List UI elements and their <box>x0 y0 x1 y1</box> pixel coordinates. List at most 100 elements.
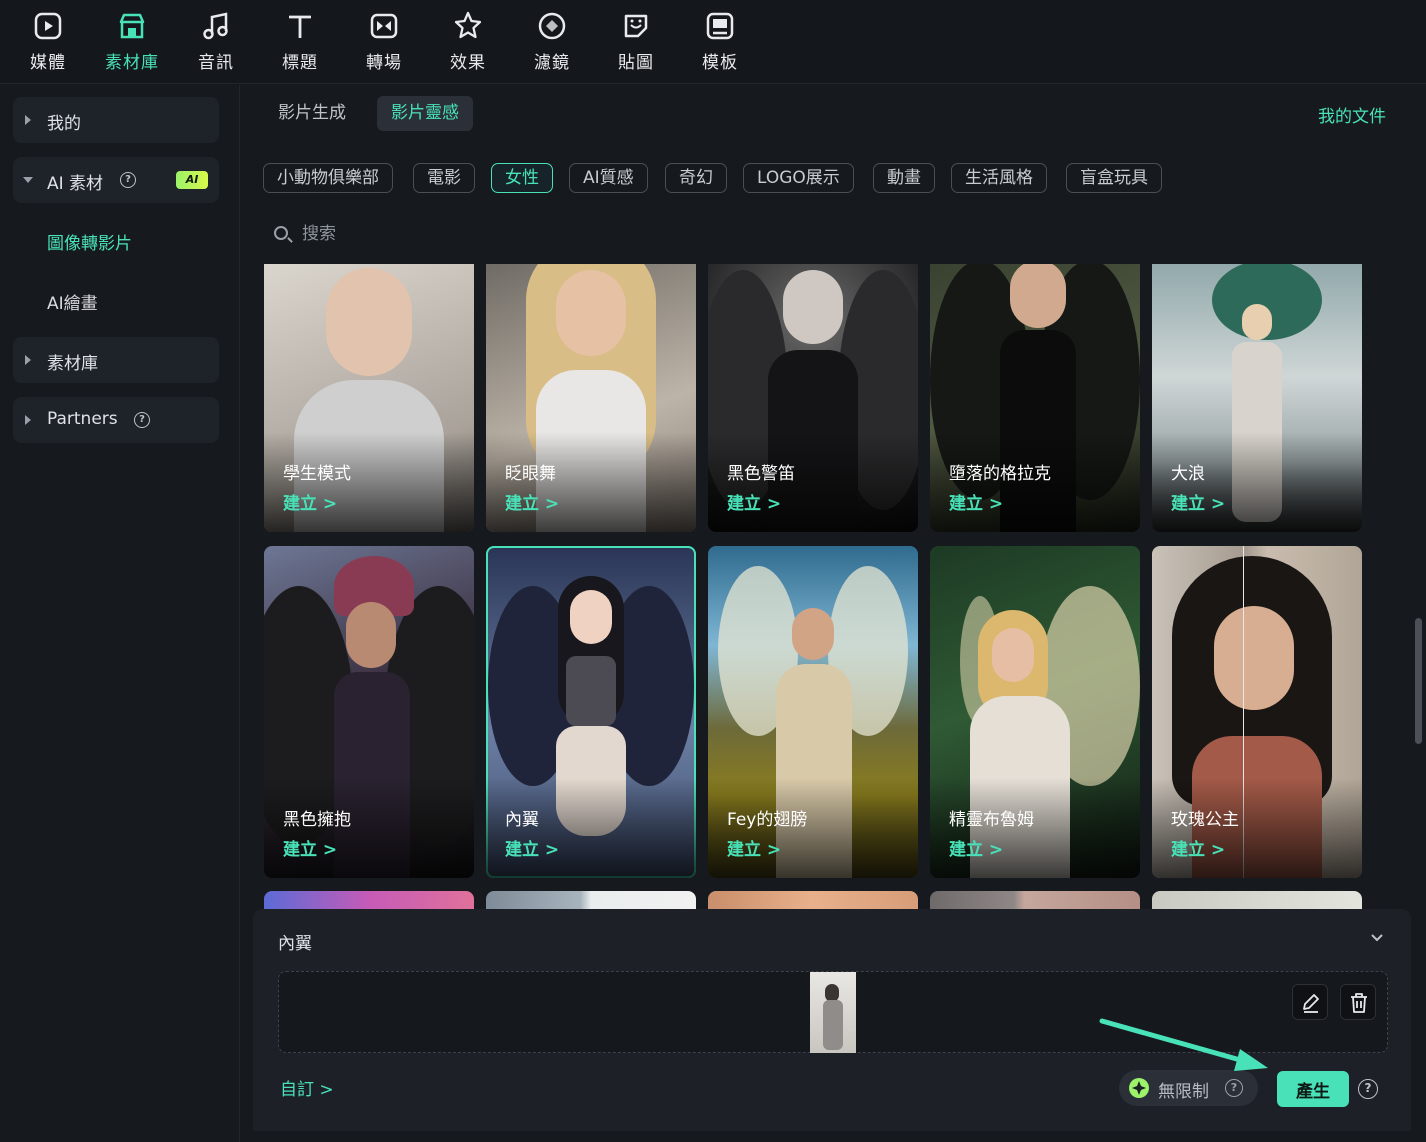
toolbar-transition[interactable]: 轉場 <box>349 10 419 76</box>
sticker-icon <box>624 14 648 38</box>
custom-link[interactable]: 自訂 > <box>280 1075 334 1100</box>
chip-movies[interactable]: 電影 <box>413 163 475 193</box>
toolbar-media[interactable]: 媒體 <box>13 10 83 76</box>
template-card[interactable]: 黑色警笛 建立 > <box>708 264 918 532</box>
template-card[interactable]: Fey的翅膀 建立 > <box>708 546 918 878</box>
sidebar-item-label: 素材庫 <box>47 354 98 374</box>
tab-video-inspiration[interactable]: 影片靈感 <box>377 96 473 131</box>
credit-star-icon <box>1129 1078 1149 1098</box>
create-button[interactable]: 建立 > <box>283 835 337 860</box>
toolbar-transition-label: 轉場 <box>366 53 402 73</box>
chevron-down-icon[interactable] <box>1370 931 1384 945</box>
caret-right-icon <box>25 355 31 365</box>
sidebar-item-partners[interactable]: Partners ? <box>13 397 219 443</box>
media-icon <box>34 12 62 40</box>
my-documents-link[interactable]: 我的文件 <box>1318 102 1386 127</box>
caret-right-icon <box>25 115 31 125</box>
sidebar-item-image-to-video[interactable]: 圖像轉影片 <box>47 229 132 254</box>
create-button[interactable]: 建立 > <box>727 835 781 860</box>
create-button[interactable]: 建立 > <box>505 835 559 860</box>
create-button[interactable]: 建立 > <box>727 489 781 514</box>
help-icon[interactable]: ? <box>1358 1079 1378 1099</box>
toolbar-store[interactable]: 素材庫 <box>97 10 167 76</box>
unlimited-label: 無限制 <box>1158 1082 1209 1102</box>
toolbar-audio[interactable]: 音訊 <box>181 10 251 76</box>
template-card[interactable]: 玫瑰公主 建立 > <box>1152 546 1362 878</box>
template-card[interactable] <box>486 891 696 909</box>
toolbar-title[interactable]: 標題 <box>265 10 335 76</box>
create-button[interactable]: 建立 > <box>283 489 337 514</box>
template-card[interactable]: 精靈布魯姆 建立 > <box>930 546 1140 878</box>
toolbar-filter-label: 濾鏡 <box>534 53 570 73</box>
trash-icon <box>1351 993 1367 1013</box>
delete-button[interactable] <box>1340 984 1376 1020</box>
tab-video-generation[interactable]: 影片生成 <box>264 96 360 131</box>
chip-lifestyle[interactable]: 生活風格 <box>951 163 1047 193</box>
help-icon[interactable]: ? <box>134 412 150 428</box>
help-icon[interactable]: ? <box>1225 1079 1243 1097</box>
ai-badge: AI <box>176 171 208 189</box>
card-title: 精靈布魯姆 <box>949 810 1034 830</box>
template-card[interactable] <box>264 891 474 909</box>
text-t-icon <box>289 15 311 38</box>
chip-ai-texture[interactable]: AI質感 <box>569 163 648 193</box>
sidebar-item-my[interactable]: 我的 <box>13 97 219 143</box>
search-input[interactable] <box>302 220 902 248</box>
toolbar-media-label: 媒體 <box>30 53 66 73</box>
transition-icon <box>370 13 398 39</box>
toolbar-template[interactable]: 模板 <box>685 10 755 76</box>
create-button[interactable]: 建立 > <box>1171 489 1225 514</box>
template-card[interactable]: 眨眼舞 建立 > <box>486 264 696 532</box>
template-card[interactable]: 內翼 建立 > <box>486 546 696 878</box>
sidebar-item-label: Partners <box>47 409 118 429</box>
create-button[interactable]: 建立 > <box>949 835 1003 860</box>
card-title: Fey的翅膀 <box>727 810 808 830</box>
sidebar-item-label: 我的 <box>47 114 81 134</box>
sidebar-item-library[interactable]: 素材庫 <box>13 337 219 383</box>
template-card[interactable]: 大浪 建立 > <box>1152 264 1362 532</box>
create-button[interactable]: 建立 > <box>505 489 559 514</box>
template-card[interactable] <box>708 891 918 909</box>
sidebar-item-label: AI 素材 <box>47 174 104 194</box>
template-card[interactable] <box>1152 891 1362 909</box>
template-card[interactable]: 學生模式 建立 > <box>264 264 474 532</box>
chip-fantasy[interactable]: 奇幻 <box>665 163 727 193</box>
toolbar-effects[interactable]: 效果 <box>433 10 503 76</box>
card-title: 墮落的格拉克 <box>949 464 1051 484</box>
card-title: 黑色警笛 <box>727 464 795 484</box>
toolbar-sticker[interactable]: 貼圖 <box>601 10 671 76</box>
arrow-annotation-icon <box>1099 1018 1268 1071</box>
sidebar-item-ai-painting[interactable]: AI繪畫 <box>47 289 98 314</box>
chip-women[interactable]: 女性 <box>491 163 553 193</box>
toolbar-filter[interactable]: 濾鏡 <box>517 10 587 76</box>
create-button[interactable]: 建立 > <box>949 489 1003 514</box>
template-card[interactable]: 黑色擁抱 建立 > <box>264 546 474 878</box>
help-icon[interactable]: ? <box>120 172 136 188</box>
search-bar <box>264 216 1364 252</box>
edit-button[interactable] <box>1292 984 1328 1020</box>
generate-button[interactable]: 產生 <box>1277 1071 1349 1107</box>
grid-scrollbar[interactable] <box>1415 618 1422 744</box>
create-button[interactable]: 建立 > <box>1171 835 1225 860</box>
sidebar-item-ai-assets[interactable]: AI 素材 ? AI <box>13 157 219 203</box>
toolbar-store-label: 素材庫 <box>105 53 159 73</box>
filter-icon <box>538 12 566 40</box>
toolbar-template-label: 模板 <box>702 53 738 73</box>
chip-animation[interactable]: 動畫 <box>873 163 935 193</box>
chip-blind-box[interactable]: 盲盒玩具 <box>1066 163 1162 193</box>
selected-template-panel: 內翼 自訂 > 無限制 ? 產生 ? <box>253 909 1411 1131</box>
chip-pets[interactable]: 小動物俱樂部 <box>263 163 393 193</box>
caret-down-icon <box>23 177 33 183</box>
panel-title: 內翼 <box>278 934 312 954</box>
card-title: 學生模式 <box>283 464 351 484</box>
template-grid: 學生模式 建立 > 眨眼舞 建立 > 黑色警笛 建立 > 墮落的格拉克 建立 >… <box>258 264 1368 909</box>
card-title: 眨眼舞 <box>505 464 556 484</box>
card-title: 內翼 <box>505 810 539 830</box>
template-card[interactable] <box>930 891 1140 909</box>
chip-logo[interactable]: LOGO展示 <box>743 163 854 193</box>
music-note-icon <box>203 12 228 40</box>
effects-star-icon <box>454 11 482 39</box>
store-icon <box>119 13 145 39</box>
toolbar-effects-label: 效果 <box>450 53 486 73</box>
template-card[interactable]: 墮落的格拉克 建立 > <box>930 264 1140 532</box>
